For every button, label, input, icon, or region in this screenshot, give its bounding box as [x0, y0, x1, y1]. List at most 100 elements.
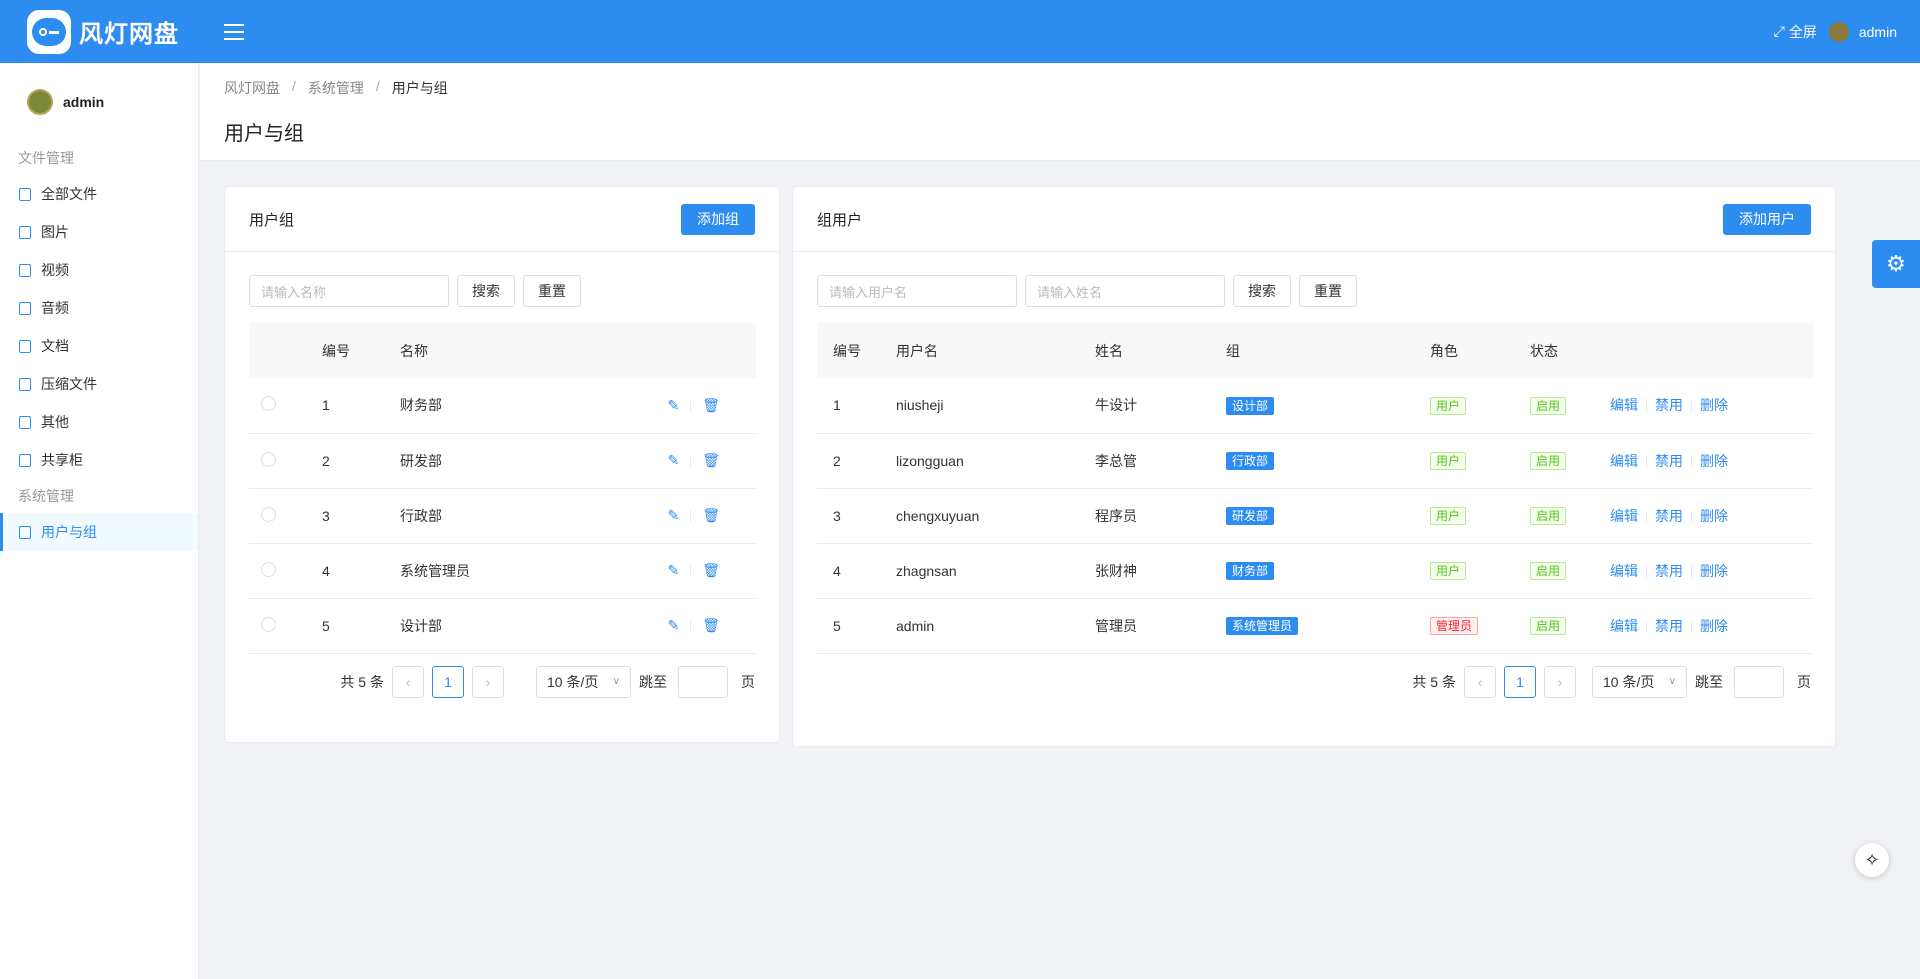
trash-icon[interactable]: 🗑 [702, 617, 720, 634]
cell-name: 张财神 [1095, 543, 1226, 599]
divider [1691, 510, 1692, 523]
add-user-button[interactable]: 添加用户 [1723, 203, 1811, 235]
disable-link[interactable]: 禁用 [1655, 397, 1683, 413]
breadcrumb-separator: / [375, 78, 380, 94]
prev-page-button[interactable]: ‹ [392, 665, 424, 698]
table-row[interactable]: 2 研发部 ✎ 🗑 [249, 433, 756, 489]
trash-icon[interactable]: 🗑 [702, 452, 720, 469]
edit-link[interactable]: 编辑 [1610, 618, 1638, 634]
sidebar-item[interactable]: 压缩文件 [0, 365, 198, 403]
row-radio[interactable] [261, 451, 276, 467]
table-row[interactable]: 1 财务部 ✎ 🗑 [249, 378, 756, 434]
disable-link[interactable]: 禁用 [1655, 453, 1683, 469]
edit-icon[interactable]: ✎ [667, 452, 679, 469]
group-search-button[interactable]: 搜索 [457, 275, 515, 307]
sidebar-item-label: 压缩文件 [41, 376, 97, 392]
prev-page-button[interactable]: ‹ [1464, 665, 1496, 698]
user-search-button[interactable]: 搜索 [1233, 275, 1291, 307]
sidebar-item[interactable]: 图片 [0, 213, 198, 251]
edit-icon[interactable]: ✎ [667, 562, 679, 579]
sidebar-group-label: 文件管理 [18, 150, 74, 166]
total-count: 共 5 条 [340, 673, 384, 690]
fullscreen-button[interactable]: 全屏 [1789, 22, 1817, 42]
row-radio[interactable] [261, 616, 276, 632]
sidebar-item-label: 其他 [41, 414, 69, 430]
app-logo[interactable]: 风灯网盘 [27, 9, 217, 54]
group-reset-button[interactable]: 重置 [523, 275, 581, 307]
trash-icon[interactable]: 🗑 [702, 507, 720, 524]
table-row[interactable]: 3 chengxuyuan 程序员 研发部 用户 启用 编辑 禁用 删除 [817, 488, 1813, 544]
delete-link[interactable]: 删除 [1700, 618, 1728, 634]
trash-icon[interactable]: 🗑 [702, 562, 720, 579]
user-reset-button[interactable]: 重置 [1299, 275, 1357, 307]
table-row[interactable]: 4 zhagnsan 张财神 财务部 用户 启用 编辑 禁用 删除 [817, 543, 1813, 599]
sidebar-item[interactable]: 文档 [0, 327, 198, 365]
row-radio[interactable] [261, 561, 276, 577]
table-row[interactable]: 1 niusheji 牛设计 设计部 用户 启用 编辑 禁用 删除 [817, 378, 1813, 434]
edit-icon[interactable]: ✎ [667, 507, 679, 524]
avatar[interactable] [1828, 21, 1849, 42]
delete-link[interactable]: 删除 [1700, 508, 1728, 524]
disable-link[interactable]: 禁用 [1655, 618, 1683, 634]
page-number-button[interactable]: 1 [1504, 665, 1536, 698]
cell-id: 5 [322, 598, 400, 654]
group-name-input[interactable]: 请输入名称 [249, 275, 449, 307]
name-input[interactable]: 请输入姓名 [1025, 275, 1225, 307]
settings-gear-button[interactable]: ⚙ [1872, 240, 1920, 288]
disable-link[interactable]: 禁用 [1655, 563, 1683, 579]
edit-icon[interactable]: ✎ [667, 397, 679, 414]
magic-wand-icon: ✧ [1864, 849, 1880, 870]
sidebar-item[interactable]: 其他 [0, 403, 198, 441]
add-group-button[interactable]: 添加组 [681, 203, 755, 235]
sidebar-user: admin [0, 63, 198, 141]
delete-link[interactable]: 删除 [1700, 397, 1728, 413]
row-radio[interactable] [261, 506, 276, 522]
table-row[interactable]: 5 设计部 ✎ 🗑 [249, 598, 756, 654]
delete-link[interactable]: 删除 [1700, 453, 1728, 469]
edit-link[interactable]: 编辑 [1610, 563, 1638, 579]
fullscreen-icon[interactable]: ⤢ [1774, 23, 1785, 40]
edit-link[interactable]: 编辑 [1610, 453, 1638, 469]
table-row[interactable]: 2 lizongguan 李总管 行政部 用户 启用 编辑 禁用 删除 [817, 433, 1813, 489]
sidebar-item[interactable]: 用户与组 [0, 513, 198, 551]
breadcrumb-item-home[interactable]: 风灯网盘 [224, 78, 280, 98]
trash-icon[interactable]: 🗑 [702, 397, 720, 414]
status-badge: 启用 [1530, 562, 1567, 580]
jump-page-input[interactable] [678, 665, 728, 698]
sidebar-item[interactable]: 视频 [0, 251, 198, 289]
next-page-button[interactable]: › [472, 665, 504, 698]
cell-id: 5 [817, 598, 896, 654]
edit-link[interactable]: 编辑 [1610, 397, 1638, 413]
edit-link[interactable]: 编辑 [1610, 508, 1638, 524]
group-tag: 行政部 [1226, 452, 1275, 470]
column-header: 组 [1226, 323, 1430, 378]
row-radio[interactable] [261, 396, 276, 412]
group-tag: 系统管理员 [1226, 617, 1299, 635]
sidebar-user-name: admin [63, 94, 105, 110]
jump-page-input[interactable] [1734, 665, 1784, 698]
divider [1646, 510, 1647, 523]
table-row[interactable]: 3 行政部 ✎ 🗑 [249, 488, 756, 544]
breadcrumb-item-system[interactable]: 系统管理 [308, 78, 364, 98]
disable-link[interactable]: 禁用 [1655, 508, 1683, 524]
sidebar: admin 文件管理 全部文件 图片 视频 音频 文档 压缩文件 其他 共享柜 系统管理 用户与组 [0, 63, 199, 979]
sidebar-item[interactable]: 全部文件 [0, 175, 198, 213]
sidebar-item-label: 视频 [41, 262, 69, 278]
divider [1646, 400, 1647, 413]
delete-link[interactable]: 删除 [1700, 563, 1728, 579]
header-user-name[interactable]: admin [1859, 24, 1897, 40]
magic-wand-button[interactable]: ✧ [1855, 843, 1889, 877]
next-page-button[interactable]: › [1544, 665, 1576, 698]
menu-toggle-icon[interactable] [224, 23, 244, 40]
username-input[interactable]: 请输入用户名 [817, 275, 1017, 307]
edit-icon[interactable]: ✎ [667, 617, 679, 634]
page-size-select[interactable]: 10 条/页 ∨ [536, 665, 631, 698]
status-badge: 启用 [1530, 617, 1567, 635]
page-size-select[interactable]: 10 条/页 ∨ [1592, 665, 1687, 698]
sidebar-item[interactable]: 共享柜 [0, 441, 198, 479]
sidebar-item[interactable]: 音频 [0, 289, 198, 327]
column-header-actions [1610, 323, 1813, 378]
page-number-button[interactable]: 1 [432, 665, 464, 698]
table-row[interactable]: 5 admin 管理员 系统管理员 管理员 启用 编辑 禁用 删除 [817, 598, 1813, 654]
table-row[interactable]: 4 系统管理员 ✎ 🗑 [249, 543, 756, 599]
